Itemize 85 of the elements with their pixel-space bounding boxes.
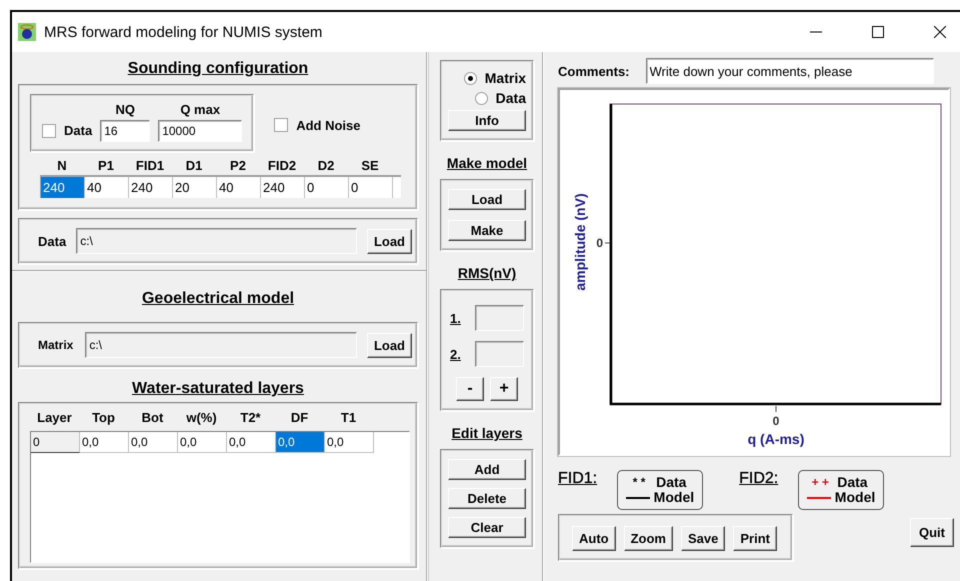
tick-label: 0 <box>596 236 603 250</box>
grid-cell[interactable]: 240 <box>129 177 173 198</box>
comments-field[interactable]: Write down your comments, please <box>646 58 934 84</box>
plot-button[interactable]: Zoom <box>624 526 673 551</box>
table-cell[interactable]: 0,0 <box>276 432 325 453</box>
column-header: N <box>56 158 68 173</box>
rms-field[interactable] <box>475 305 524 331</box>
source-radio[interactable]: Data <box>474 90 526 106</box>
legend-text: Model <box>834 490 876 505</box>
field-label: Matrix <box>38 338 74 352</box>
step-button[interactable]: + <box>490 377 518 401</box>
make-model-button[interactable]: Make <box>448 220 526 241</box>
column-header: DF <box>290 410 310 425</box>
column-header: T1 <box>340 410 358 425</box>
column-header: FID2 <box>266 158 298 173</box>
data-path-field[interactable]: c:\ <box>76 228 357 254</box>
table-cell[interactable]: 0 <box>31 432 80 453</box>
info-button[interactable]: Info <box>448 110 526 131</box>
make-model-button[interactable]: Load <box>448 189 526 210</box>
column-header: Layer <box>36 410 73 425</box>
data-checkbox[interactable]: Data <box>42 123 92 138</box>
grid-cell[interactable]: 240 <box>261 177 305 198</box>
edit-layer-button[interactable]: Add <box>448 459 526 480</box>
column-header: Bot <box>140 410 164 425</box>
qmax-field[interactable]: 10000 <box>158 120 242 142</box>
field-label: Data <box>38 234 66 248</box>
matrix-path-field[interactable]: c:\ <box>85 332 357 358</box>
field-label: NQ <box>115 102 135 117</box>
column-header: T2* <box>239 410 262 425</box>
table-cell[interactable]: 0,0 <box>227 432 276 453</box>
table-cell[interactable]: 0,0 <box>178 432 227 453</box>
legend-text: Data <box>837 475 868 490</box>
load-button[interactable]: Load <box>366 332 412 358</box>
column-header: Top <box>91 410 116 425</box>
column-header: D2 <box>316 158 336 173</box>
table-cell[interactable]: 0,0 <box>80 432 129 453</box>
section-heading: RMS(nV) <box>456 265 518 281</box>
legend-text: Data <box>656 475 686 490</box>
column-header: D1 <box>184 158 204 173</box>
legend-label: FID2: <box>739 470 778 488</box>
source-radio[interactable]: Matrix <box>464 70 526 86</box>
section-heading: Edit layers <box>450 425 524 441</box>
legend-text: Model <box>654 490 694 505</box>
nq-field[interactable]: 16 <box>100 120 150 142</box>
grid-cell[interactable]: 0 <box>305 177 349 198</box>
grid-cell[interactable]: 40 <box>217 177 261 198</box>
grid-cell[interactable]: 40 <box>85 177 129 198</box>
column-header: P1 <box>97 158 115 173</box>
field-label: Q max <box>180 102 220 117</box>
field-label: Comments: <box>558 64 630 78</box>
app-icon <box>18 23 36 41</box>
section-heading: Geoelectrical model <box>140 290 296 308</box>
close-icon[interactable] <box>934 26 946 38</box>
edit-layer-button[interactable]: Delete <box>448 488 526 509</box>
load-button[interactable]: Load <box>366 228 412 254</box>
plot-button[interactable]: Auto <box>572 526 616 551</box>
grid-cell[interactable]: 240 <box>41 177 85 198</box>
table-cell[interactable]: 0,0 <box>325 432 374 453</box>
table-cell[interactable]: 0,0 <box>129 432 178 453</box>
column-header: w(%) <box>185 410 218 425</box>
legend-label: FID1: <box>558 470 598 488</box>
add-noise-checkbox[interactable]: Add Noise <box>274 118 360 132</box>
axis-label: amplitude (nV) <box>572 193 588 291</box>
data-marker: + + <box>810 475 830 490</box>
grid-cell[interactable]: 0 <box>349 177 393 198</box>
grid-cell[interactable]: 20 <box>173 177 217 198</box>
field-label: 1. <box>450 310 462 326</box>
plot-button[interactable]: Print <box>733 526 777 551</box>
field-label: 2. <box>450 346 462 362</box>
tick-label: 0 <box>772 414 780 428</box>
section-heading: Make model <box>446 155 528 171</box>
column-header: FID1 <box>134 158 166 173</box>
edit-layer-button[interactable]: Clear <box>448 517 526 538</box>
section-heading: Sounding configuration <box>126 60 310 78</box>
axis-label: q (A-ms) <box>748 431 804 447</box>
quit-button[interactable]: Quit <box>910 518 954 547</box>
window-title: MRS forward modeling for NUMIS system <box>44 24 322 40</box>
plot-button[interactable]: Save <box>681 526 726 551</box>
section-heading: Water-saturated layers <box>131 380 305 398</box>
maximize-icon[interactable] <box>872 26 884 38</box>
step-button[interactable]: - <box>456 377 484 401</box>
column-header: P2 <box>229 158 247 173</box>
column-header: SE <box>360 158 380 173</box>
rms-field[interactable] <box>475 341 524 367</box>
data-marker: * * <box>632 475 646 490</box>
